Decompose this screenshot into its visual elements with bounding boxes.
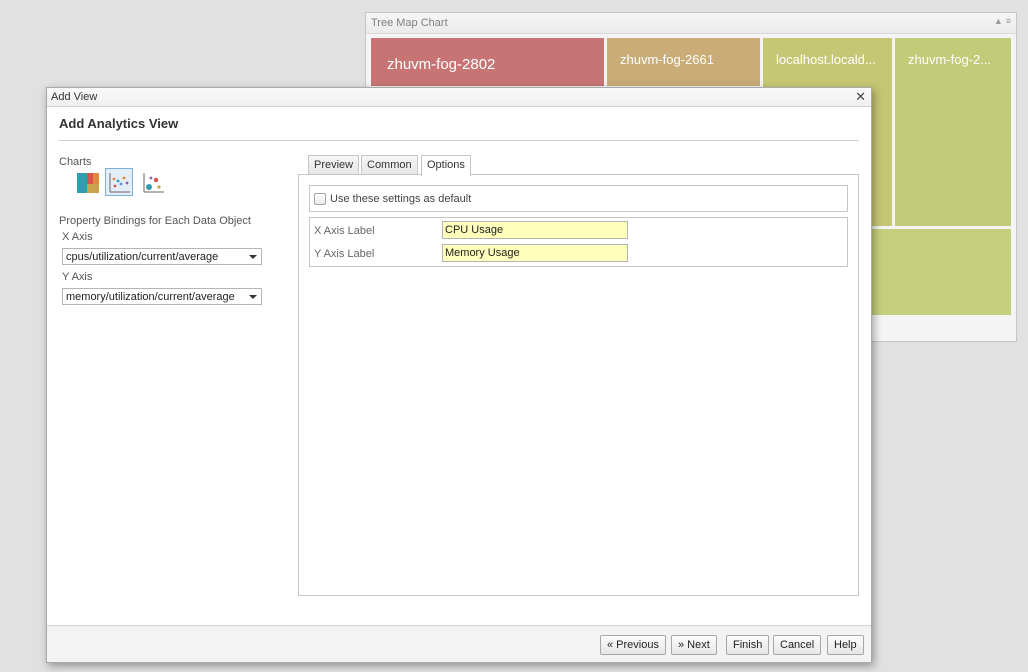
y-axis-select[interactable]: memory/utilization/current/average: [62, 288, 262, 305]
chevron-down-icon[interactable]: [249, 255, 257, 259]
default-settings-box: Use these settings as default: [309, 185, 848, 212]
dialog-footer: « Previous » Next Finish Cancel Help: [47, 625, 871, 662]
bubble-chart-icon[interactable]: [139, 168, 167, 196]
bindings-label: Property Bindings for Each Data Object: [59, 215, 251, 227]
add-view-dialog: Add View ✕ Add Analytics View Charts Pro…: [46, 87, 872, 663]
treemap-tile[interactable]: zhuvm-fog-2661: [607, 38, 760, 86]
default-settings-label[interactable]: Use these settings as default: [330, 193, 471, 205]
tree-map-title: Tree Map Chart: [371, 17, 448, 29]
heading-divider: [59, 140, 859, 141]
x-axis-select[interactable]: cpus/utilization/current/average: [62, 248, 262, 265]
x-axis-select-value: cpus/utilization/current/average: [66, 251, 219, 263]
y-axis-label-caption: Y Axis Label: [314, 248, 375, 260]
chevron-down-icon[interactable]: [249, 295, 257, 299]
treemap-tile[interactable]: zhuvm-fog-2802: [371, 38, 604, 86]
y-axis-label: Y Axis: [62, 271, 93, 283]
tab-options[interactable]: Options: [421, 155, 471, 176]
close-icon[interactable]: ✕: [855, 89, 866, 105]
tree-map-tools: ▲ ≡: [991, 16, 1011, 26]
default-settings-checkbox[interactable]: [314, 193, 326, 205]
collapse-icon[interactable]: ▲: [994, 16, 1003, 26]
chart-type-picker: [73, 168, 173, 196]
x-axis-label: X Axis: [62, 231, 93, 243]
finish-button[interactable]: Finish: [726, 635, 770, 655]
dialog-heading: Add Analytics View: [59, 116, 179, 131]
tab-preview[interactable]: Preview: [308, 155, 360, 175]
y-axis-select-value: memory/utilization/current/average: [66, 291, 235, 303]
x-axis-label-caption: X Axis Label: [314, 225, 375, 237]
menu-icon[interactable]: ≡: [1006, 16, 1011, 26]
scatter-chart-icon[interactable]: [105, 168, 133, 196]
charts-label: Charts: [59, 156, 92, 168]
dialog-title: Add View: [51, 91, 98, 103]
dialog-titlebar[interactable]: Add View ✕: [47, 88, 871, 107]
previous-button[interactable]: « Previous: [600, 635, 666, 655]
treemap-tile[interactable]: zhuvm-fog-2...: [895, 38, 1011, 226]
help-button[interactable]: Help: [827, 635, 864, 655]
tree-map-header: Tree Map Chart ▲ ≡: [366, 13, 1016, 34]
next-button[interactable]: » Next: [671, 635, 717, 655]
y-axis-label-input[interactable]: [442, 244, 628, 262]
tab-common[interactable]: Common: [361, 155, 418, 175]
axis-labels-box: X Axis Label Y Axis Label: [309, 217, 848, 267]
cancel-button[interactable]: Cancel: [773, 635, 822, 655]
treemap-chart-icon[interactable]: [73, 168, 101, 196]
options-tab-panel: Use these settings as default X Axis Lab…: [298, 174, 859, 596]
x-axis-label-input[interactable]: [442, 221, 628, 239]
